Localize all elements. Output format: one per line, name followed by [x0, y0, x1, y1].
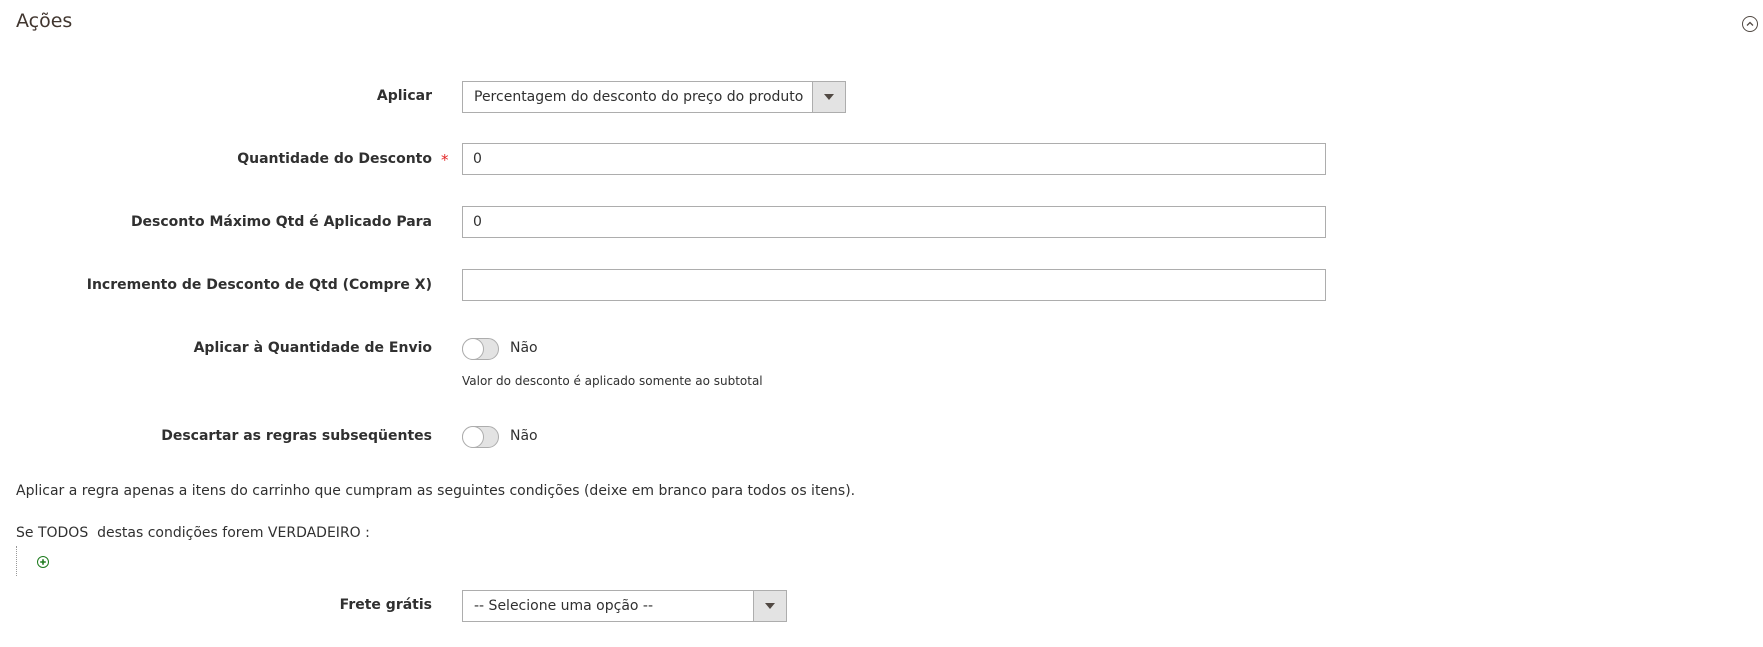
apply-select-value: Percentagem do desconto do preço do prod…: [474, 89, 804, 105]
chevron-down-icon: [824, 94, 834, 100]
discount-step-input[interactable]: [462, 269, 1326, 301]
discount-amount-label: Quantidade do Desconto: [237, 151, 432, 167]
discount-amount-input[interactable]: [462, 143, 1326, 175]
section-title: Ações: [16, 10, 73, 32]
conditions-aggregator[interactable]: TODOS: [38, 525, 88, 541]
apply-shipping-state: Não: [510, 340, 538, 356]
required-indicator: *: [441, 151, 449, 169]
chevron-up-icon: [1746, 21, 1754, 26]
toggle-knob: [462, 426, 484, 448]
conditions-tree-line: [16, 546, 18, 576]
discard-rules-toggle[interactable]: [462, 426, 499, 448]
apply-shipping-toggle[interactable]: [462, 338, 499, 360]
max-qty-label: Desconto Máximo Qtd é Aplicado Para: [130, 214, 432, 230]
free-shipping-select-arrow[interactable]: [753, 591, 786, 621]
add-condition-icon[interactable]: [37, 556, 49, 568]
free-shipping-select[interactable]: -- Selecione uma opção --: [462, 590, 787, 622]
conditions-prefix: Se: [16, 525, 34, 541]
discard-rules-state: Não: [510, 428, 538, 444]
free-shipping-select-value: -- Selecione uma opção --: [474, 598, 654, 614]
conditions-value[interactable]: VERDADEIRO: [268, 525, 361, 541]
apply-shipping-note: Valor do desconto é aplicado somente ao …: [462, 374, 763, 388]
apply-label: Aplicar: [376, 88, 432, 104]
free-shipping-label: Frete grátis: [339, 597, 432, 613]
max-qty-input[interactable]: [462, 206, 1326, 238]
discount-step-label: Incremento de Desconto de Qtd (Compre X): [86, 277, 432, 293]
conditions-middle: destas condições forem: [97, 525, 264, 541]
collapse-section-button[interactable]: [1742, 16, 1758, 32]
toggle-knob: [462, 338, 484, 360]
apply-select[interactable]: Percentagem do desconto do preço do prod…: [462, 81, 846, 113]
conditions-intro: Aplicar a regra apenas a itens do carrin…: [16, 483, 856, 499]
discard-rules-label: Descartar as regras subseqüentes: [161, 428, 432, 444]
chevron-down-icon: [765, 603, 775, 609]
conditions-suffix: :: [365, 525, 370, 541]
apply-select-arrow[interactable]: [812, 82, 845, 112]
apply-shipping-label: Aplicar à Quantidade de Envio: [193, 340, 432, 356]
conditions-statement: Se TODOS destas condições forem VERDADEI…: [16, 525, 370, 541]
